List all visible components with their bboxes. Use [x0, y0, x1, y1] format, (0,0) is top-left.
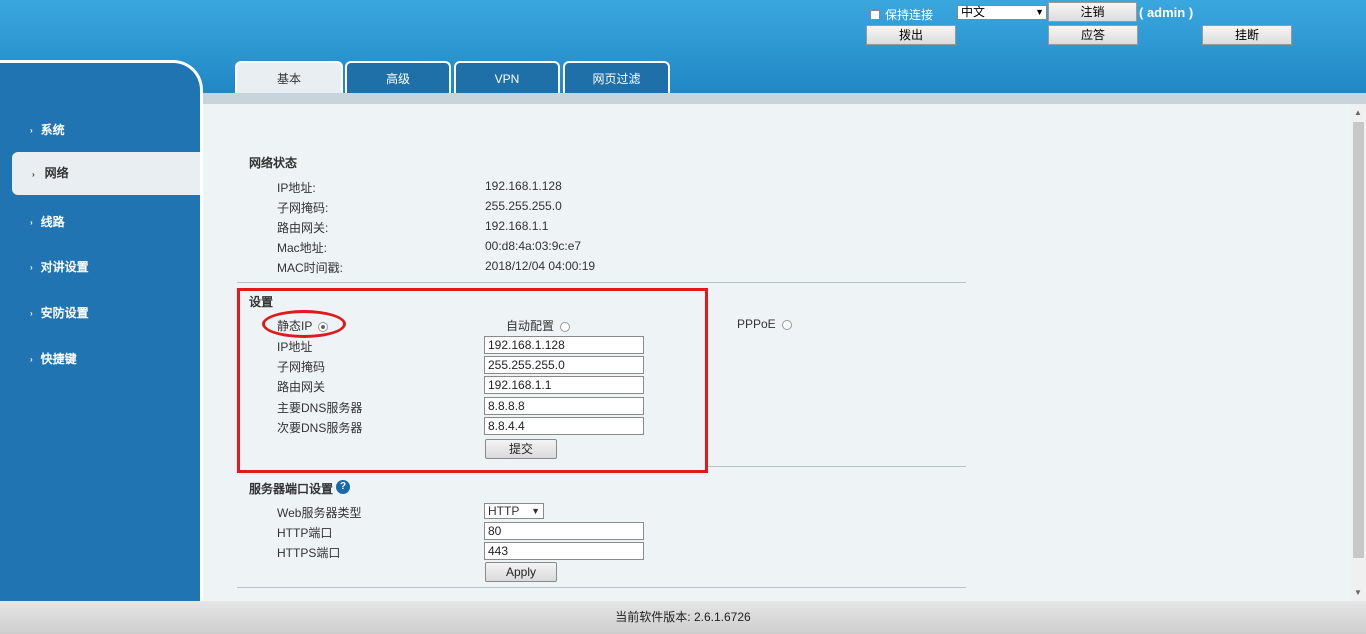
sidebar-item-label: 快捷键	[40, 352, 77, 366]
sidebar-item-label: 安防设置	[40, 306, 89, 320]
status-ip-value: 192.168.1.128	[485, 179, 562, 193]
language-select[interactable]: 中文 ▼	[957, 5, 1047, 20]
checkbox-box[interactable]	[870, 9, 880, 20]
apply-button[interactable]: Apply	[485, 562, 557, 582]
status-gateway-value: 192.168.1.1	[485, 219, 549, 233]
scrollbar-thumb[interactable]	[1353, 122, 1364, 558]
status-mac-value: 00:d8:4a:03:9c:e7	[485, 239, 582, 253]
status-gateway-label: 路由网关:	[277, 221, 329, 235]
sidebar-item-label: 对讲设置	[40, 260, 89, 274]
web-type-label: Web服务器类型	[277, 506, 362, 520]
answer-button[interactable]: 应答	[1048, 25, 1138, 45]
status-ip-label: IP地址:	[277, 181, 316, 195]
sidebar-item-intercom[interactable]: › 对讲设置	[30, 258, 89, 275]
web-server-type-select[interactable]: HTTP ▼	[484, 503, 544, 519]
logout-button[interactable]: 注销	[1048, 2, 1137, 22]
dial-button[interactable]: 拨出	[866, 25, 956, 45]
header-bar: 保持连接 中文 ▼ 注销 ( admin ) 拨出 应答 挂断	[0, 0, 1366, 97]
server-port-title: 服务器端口设置?	[249, 480, 351, 497]
tab-vpn[interactable]: VPN	[454, 61, 560, 95]
scroll-down-icon[interactable]: ▼	[1354, 588, 1362, 597]
status-mac-label: Mac地址:	[277, 241, 328, 255]
status-mask-value: 255.255.255.0	[485, 199, 562, 213]
highlight-oval	[262, 310, 346, 338]
bullet-icon: ›	[30, 355, 33, 365]
scroll-up-icon[interactable]: ▲	[1354, 108, 1362, 117]
hangup-button[interactable]: 挂断	[1202, 25, 1292, 45]
pppoe-label: PPPoE	[737, 317, 776, 331]
sidebar-item-shortcuts[interactable]: › 快捷键	[30, 350, 77, 367]
http-port-label: HTTP端口	[277, 526, 333, 540]
tab-advanced[interactable]: 高级	[345, 61, 451, 95]
username-label: ( admin )	[1139, 5, 1194, 20]
chevron-down-icon: ▼	[531, 506, 540, 516]
pppoe-radio[interactable]: PPPoE	[737, 317, 792, 331]
bullet-icon: ›	[30, 309, 33, 319]
footer-bar: 当前软件版本: 2.6.1.6726	[0, 601, 1366, 634]
https-port-field[interactable]: 443	[484, 542, 644, 560]
help-icon[interactable]: ?	[336, 480, 351, 494]
bullet-icon: ›	[30, 218, 33, 228]
sidebar-item-label: 系统	[40, 123, 65, 137]
sidebar-item-label: 线路	[40, 215, 65, 229]
tab-basic[interactable]: 基本	[235, 61, 343, 95]
radio-icon[interactable]	[781, 319, 792, 330]
status-mac-time-value: 2018/12/04 04:00:19	[485, 259, 596, 273]
sidebar-item-security[interactable]: › 安防设置	[30, 304, 89, 321]
sidebar-item-network[interactable]: › 网络	[12, 152, 200, 195]
keep-connected-checkbox[interactable]: 保持连接	[870, 6, 933, 23]
bullet-icon: ›	[32, 170, 35, 179]
sidebar-item-line[interactable]: › 线路	[30, 213, 65, 230]
vertical-scrollbar[interactable]: ▲ ▼	[1351, 104, 1366, 601]
https-port-label: HTTPS端口	[277, 546, 341, 560]
network-status-title: 网络状态	[249, 156, 298, 170]
sidebar	[0, 60, 203, 605]
web-server-type-value: HTTP	[488, 504, 520, 518]
chevron-down-icon: ▼	[1035, 7, 1044, 17]
sidebar-item-system[interactable]: › 系统	[30, 121, 65, 138]
tab-web-filter[interactable]: 网页过滤	[563, 61, 670, 95]
status-mac-time-label: MAC时间戳:	[277, 261, 344, 275]
content-top-bar	[203, 93, 1366, 104]
divider	[708, 466, 966, 467]
divider	[237, 282, 966, 283]
status-mask-label: 子网掩码:	[277, 201, 329, 215]
sidebar-item-label: 网络	[44, 166, 69, 180]
language-value: 中文	[961, 5, 986, 19]
keep-connected-label: 保持连接	[885, 8, 934, 22]
server-port-title-text: 服务器端口设置	[249, 482, 334, 496]
divider	[237, 587, 966, 588]
http-port-field[interactable]: 80	[484, 522, 644, 540]
bullet-icon: ›	[30, 126, 33, 136]
bullet-icon: ›	[30, 263, 33, 273]
software-version: 当前软件版本: 2.6.1.6726	[615, 610, 751, 624]
